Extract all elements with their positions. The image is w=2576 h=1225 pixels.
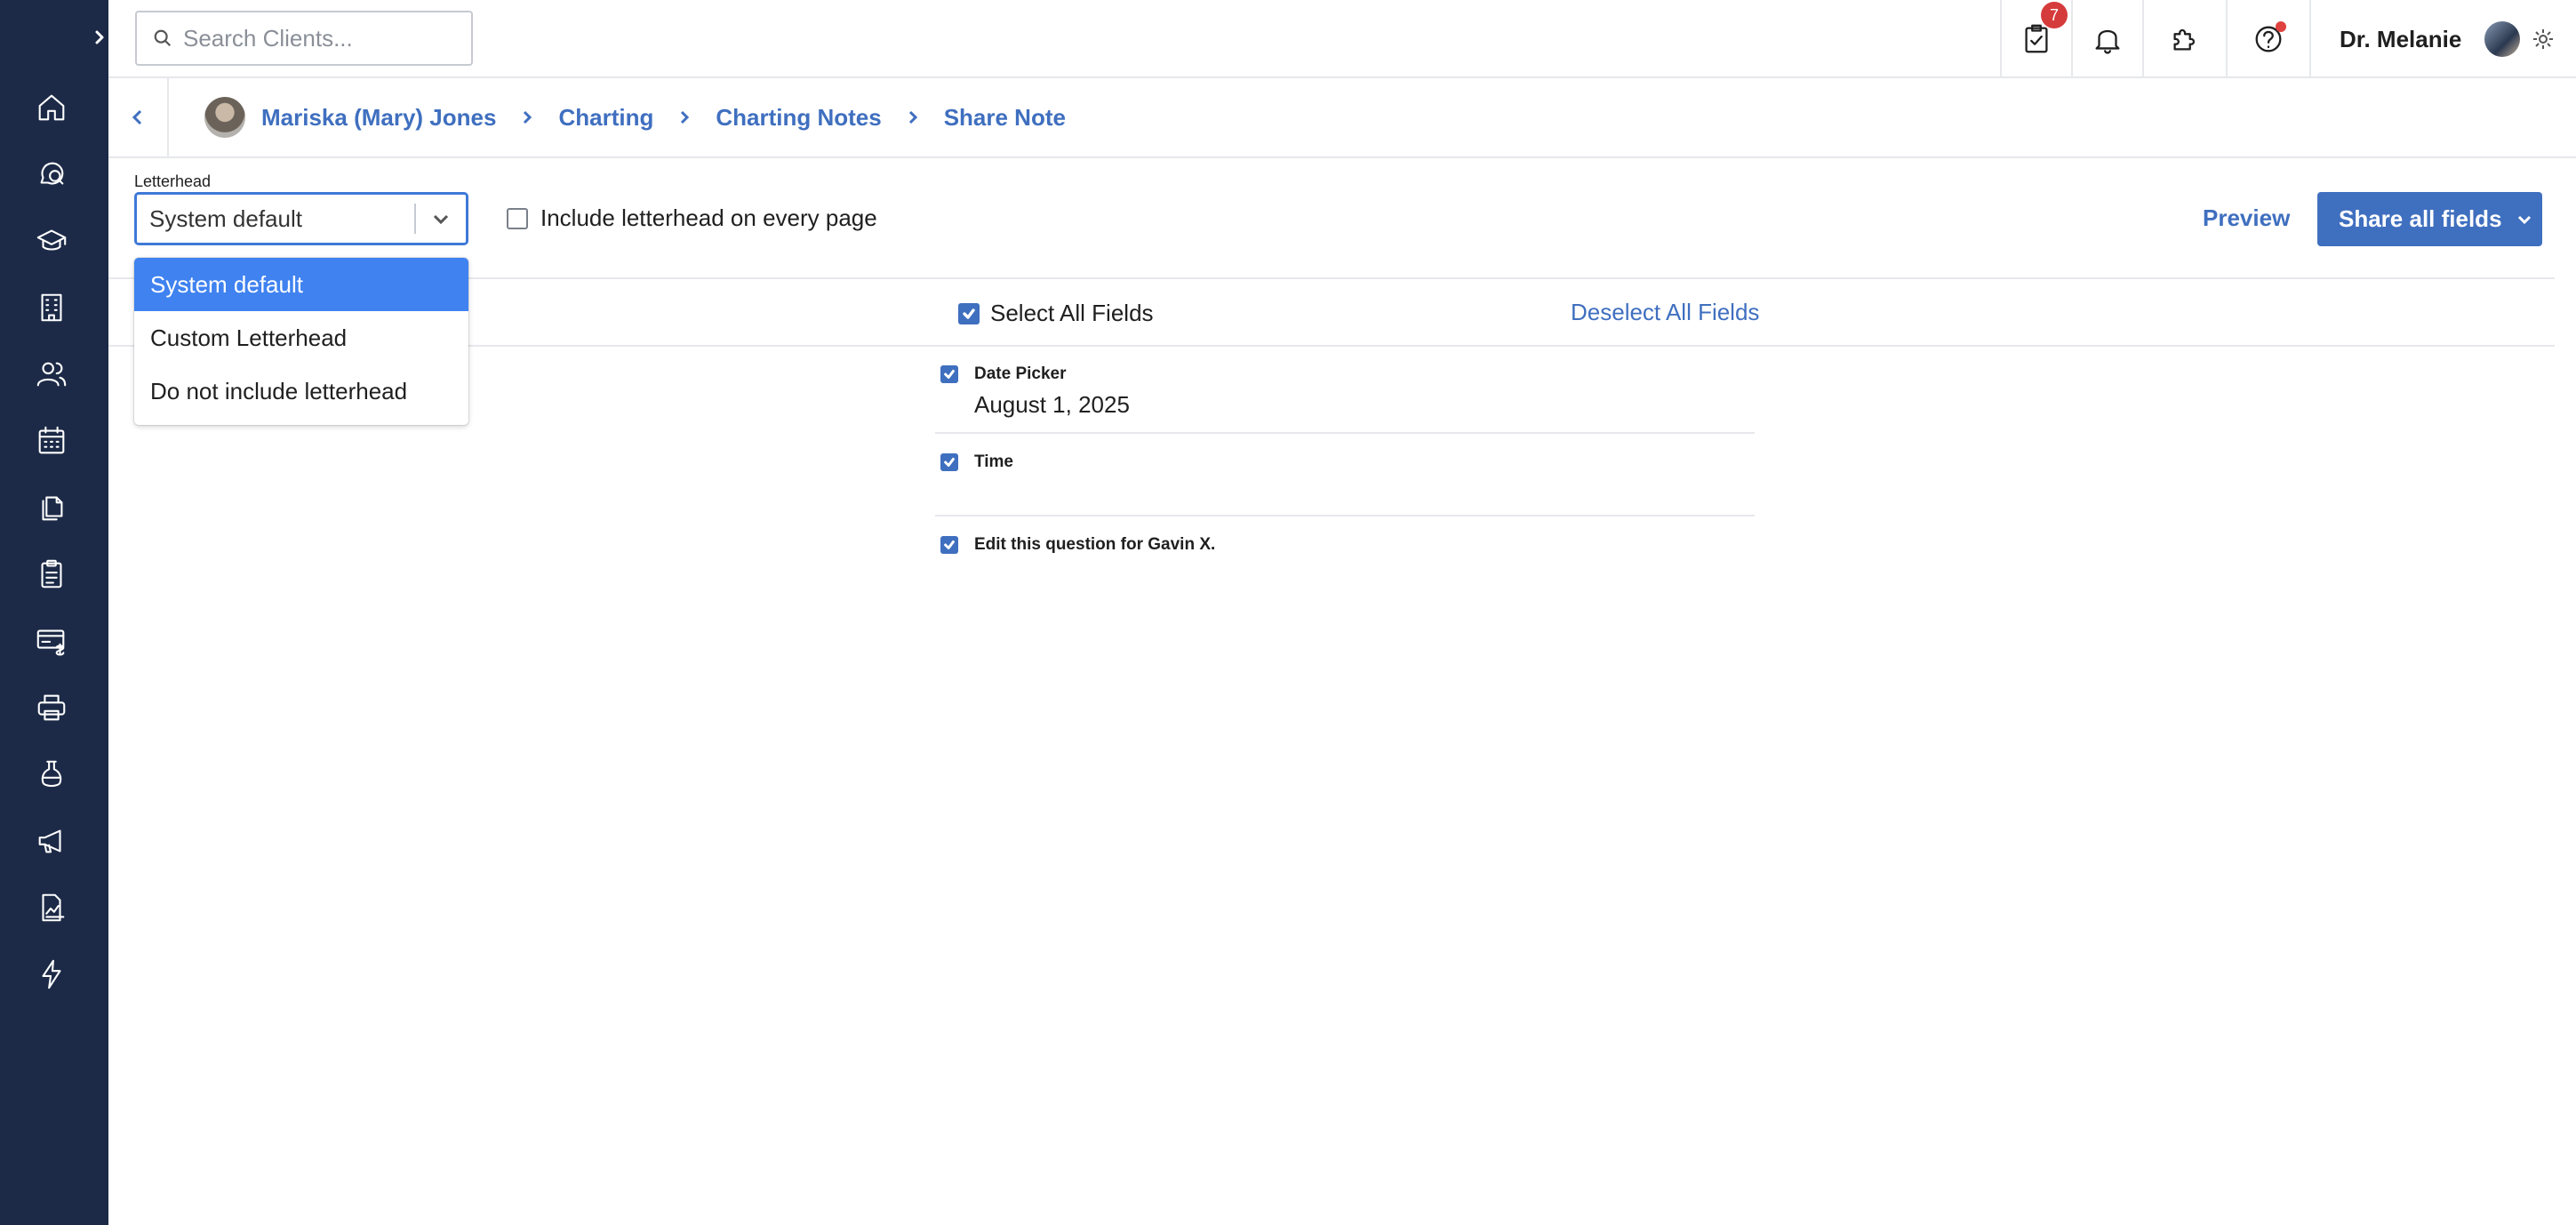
sidebar-item-billing[interactable] — [30, 620, 73, 662]
field-checkbox[interactable] — [940, 536, 958, 554]
billing-icon — [36, 629, 65, 656]
help-button[interactable] — [2226, 0, 2309, 78]
sidebar-expand-toggle[interactable] — [91, 25, 108, 50]
field-label: Time — [974, 452, 1014, 471]
chevron-right-icon — [95, 30, 104, 44]
home-icon — [38, 94, 65, 121]
sidebar-item-documents[interactable] — [30, 486, 73, 529]
letterhead-option-custom[interactable]: Custom Letterhead — [134, 311, 468, 364]
sidebar-item-home[interactable] — [30, 86, 73, 129]
graduation-cap-icon — [36, 229, 67, 251]
sidebar-item-labs[interactable] — [30, 753, 73, 796]
breadcrumb-charting-notes[interactable]: Charting Notes — [716, 104, 881, 132]
users-icon — [36, 362, 67, 387]
building-icon — [41, 293, 62, 322]
sidebar-item-marketing[interactable] — [30, 820, 73, 862]
share-button-label: Share all fields — [2339, 205, 2502, 232]
report-icon — [42, 893, 65, 922]
user-name: Dr. Melanie — [2340, 25, 2462, 52]
user-avatar[interactable] — [2484, 21, 2521, 57]
letterhead-label: Letterhead — [134, 172, 212, 190]
breadcrumb-client[interactable]: Mariska (Mary) Jones — [261, 104, 496, 132]
sidebar-item-reports[interactable] — [30, 886, 73, 929]
letterhead-option-system-default[interactable]: System default — [134, 258, 468, 311]
tasks-button[interactable]: 7 — [2000, 0, 2071, 78]
divider — [108, 345, 2555, 347]
documents-icon — [42, 496, 63, 521]
search-input[interactable] — [183, 24, 450, 52]
divider — [935, 432, 1755, 434]
checkbox-unchecked[interactable] — [507, 207, 528, 229]
chevron-down-icon — [433, 214, 449, 225]
user-menu[interactable]: Dr. Melanie — [2309, 0, 2576, 78]
breadcrumb: Mariska (Mary) Jones Charting Charting N… — [204, 94, 1066, 140]
clipboard-icon — [41, 559, 62, 588]
tasks-badge: 7 — [2041, 2, 2068, 28]
notifications-button[interactable] — [2071, 0, 2142, 78]
printer-icon — [37, 694, 66, 721]
settings-button[interactable] — [2531, 27, 2556, 52]
flask-icon — [41, 760, 62, 788]
check-icon — [963, 308, 975, 319]
integrations-button[interactable] — [2142, 0, 2226, 78]
letterhead-option-none[interactable]: Do not include letterhead — [134, 364, 468, 418]
preview-button[interactable]: Preview — [2203, 204, 2290, 232]
select-all-label: Select All Fields — [990, 300, 1154, 326]
letterhead-select[interactable]: System default — [134, 192, 468, 245]
letterhead-dropdown-toggle[interactable] — [416, 208, 466, 229]
breadcrumb-bar: Mariska (Mary) Jones Charting Charting N… — [108, 78, 2576, 158]
field-item: Date Picker August 1, 2025 — [940, 364, 1755, 419]
lightning-icon — [42, 959, 61, 989]
sidebar-item-learning[interactable] — [30, 220, 73, 262]
megaphone-icon — [38, 829, 61, 853]
sidebar-item-print[interactable] — [30, 686, 73, 729]
letterhead-dropdown-menu: System default Custom Letterhead Do not … — [134, 258, 468, 425]
sidebar — [0, 0, 108, 1225]
sidebar-item-automations[interactable] — [30, 953, 73, 996]
sidebar-item-clients[interactable] — [30, 353, 73, 396]
field-label: Date Picker — [974, 364, 1067, 383]
sidebar-item-messages[interactable] — [30, 153, 73, 196]
divider — [935, 515, 1755, 516]
letterhead-selected-value: System default — [149, 204, 302, 232]
field-value: August 1, 2025 — [974, 391, 1130, 418]
puzzle-icon — [2173, 28, 2196, 51]
check-icon — [944, 458, 955, 467]
chevron-right-icon — [905, 109, 921, 125]
field-item: Time — [940, 452, 1755, 472]
gear-icon — [2533, 29, 2554, 49]
field-item: Edit this question for Gavin X. — [940, 535, 1755, 555]
client-avatar — [204, 97, 245, 138]
breadcrumb-charting[interactable]: Charting — [558, 104, 653, 132]
field-checkbox[interactable] — [940, 453, 958, 471]
select-all-checkbox[interactable] — [958, 302, 980, 324]
back-button[interactable] — [108, 78, 169, 156]
deselect-all-button[interactable]: Deselect All Fields — [1571, 299, 1759, 326]
top-bar: 7 Dr. Melanie — [108, 0, 2576, 78]
chevron-left-icon — [132, 109, 142, 125]
check-icon — [944, 540, 955, 549]
share-all-fields-button[interactable]: Share all fields — [2317, 192, 2542, 246]
field-label: Edit this question for Gavin X. — [974, 535, 1216, 554]
sidebar-item-organization[interactable] — [30, 286, 73, 329]
top-actions: 7 Dr. Melanie — [2000, 0, 2576, 78]
breadcrumb-share-note[interactable]: Share Note — [944, 104, 1066, 132]
calendar-icon — [38, 426, 65, 454]
field-checkbox[interactable] — [940, 365, 958, 383]
letterhead-every-page-label: Include letterhead on every page — [540, 204, 877, 231]
check-icon — [944, 370, 955, 379]
search-icon — [154, 29, 172, 47]
select-all-fields[interactable]: Select All Fields — [948, 300, 1154, 327]
letterhead-every-page-checkbox[interactable]: Include letterhead on every page — [494, 204, 877, 232]
help-alert-dot — [2276, 21, 2286, 32]
sidebar-item-calendar[interactable] — [30, 420, 73, 462]
search-chat-icon — [40, 162, 64, 185]
chevron-right-icon — [676, 109, 692, 125]
divider — [108, 277, 2555, 279]
search-box[interactable] — [135, 11, 473, 66]
bell-icon — [2095, 29, 2120, 54]
sidebar-item-notes[interactable] — [30, 553, 73, 596]
chevron-down-icon — [2517, 215, 2531, 224]
chevron-right-icon — [519, 109, 535, 125]
